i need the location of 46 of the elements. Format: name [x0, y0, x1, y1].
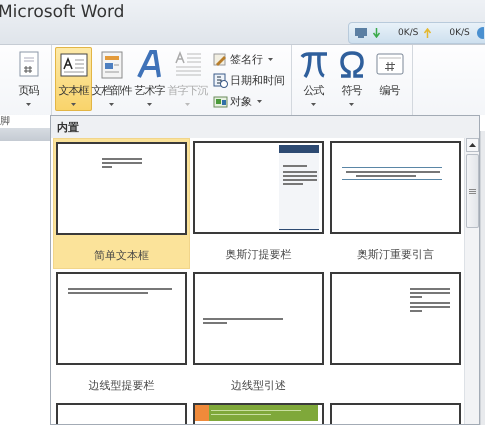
- caret-icon: [109, 103, 114, 106]
- gallery-item[interactable]: 奥斯汀提要栏: [190, 138, 327, 269]
- calendar-clock-icon: [213, 72, 228, 88]
- scroll-up-button[interactable]: [466, 138, 478, 152]
- caret-icon: [147, 103, 152, 106]
- gallery-item-label: 简单文本框: [94, 248, 149, 263]
- up-arrow-icon: [468, 143, 476, 147]
- ribbon-button[interactable]: 日期和时间: [211, 70, 287, 90]
- globe-icon: [476, 26, 484, 40]
- gallery-item-label: 边线型引述: [231, 378, 286, 393]
- ribbon-button[interactable]: 编号: [371, 47, 408, 111]
- caret-icon: [185, 103, 190, 106]
- download-arrow-icon: [373, 28, 380, 38]
- object-icon: [213, 94, 228, 108]
- ribbon-button[interactable]: 对象: [211, 91, 287, 111]
- caret-icon: [268, 58, 273, 60]
- ribbon-button[interactable]: 艺术字: [131, 47, 168, 111]
- gallery-item[interactable]: 奥斯汀重要引言: [327, 138, 464, 269]
- monitor-icon: [355, 28, 367, 38]
- caret-icon: [26, 103, 31, 106]
- gallery-item[interactable]: 边线型提要栏: [53, 269, 190, 400]
- ribbon-button[interactable]: 签名行: [211, 49, 287, 69]
- scrollbar[interactable]: [464, 138, 479, 424]
- window-title: Microsoft Word: [0, 1, 124, 24]
- scrollbar[interactable]: [480, 131, 485, 425]
- download-speed: 0K/S: [398, 28, 418, 38]
- gallery-item-label: 奥斯汀重要引言: [357, 247, 434, 262]
- ribbon-strip: [0, 128, 50, 141]
- ribbon-button[interactable]: 页码: [10, 47, 47, 111]
- scroll-thumb[interactable]: [466, 154, 478, 228]
- gallery-heading: 内置: [56, 120, 79, 136]
- upload-speed: 0K/S: [449, 28, 470, 38]
- upload-arrow-icon: [424, 28, 432, 38]
- group-label: 脚: [0, 115, 11, 128]
- ribbon-button[interactable]: 符号: [333, 47, 370, 111]
- gallery-item-label: 边线型提要栏: [88, 378, 154, 393]
- ribbon-button[interactable]: 公式: [295, 47, 332, 111]
- caret-icon: [71, 103, 76, 106]
- caret-icon: [257, 100, 262, 102]
- caret-icon: [311, 103, 316, 106]
- pi-icon: [298, 50, 328, 80]
- ribbon-button[interactable]: 文本框: [55, 47, 92, 111]
- caret-icon: [349, 103, 354, 106]
- gallery-item-label: 奥斯汀提要栏: [226, 247, 292, 262]
- gallery-item[interactable]: 边线型引述: [190, 269, 327, 400]
- gallery-item[interactable]: 简单文本框: [53, 138, 190, 269]
